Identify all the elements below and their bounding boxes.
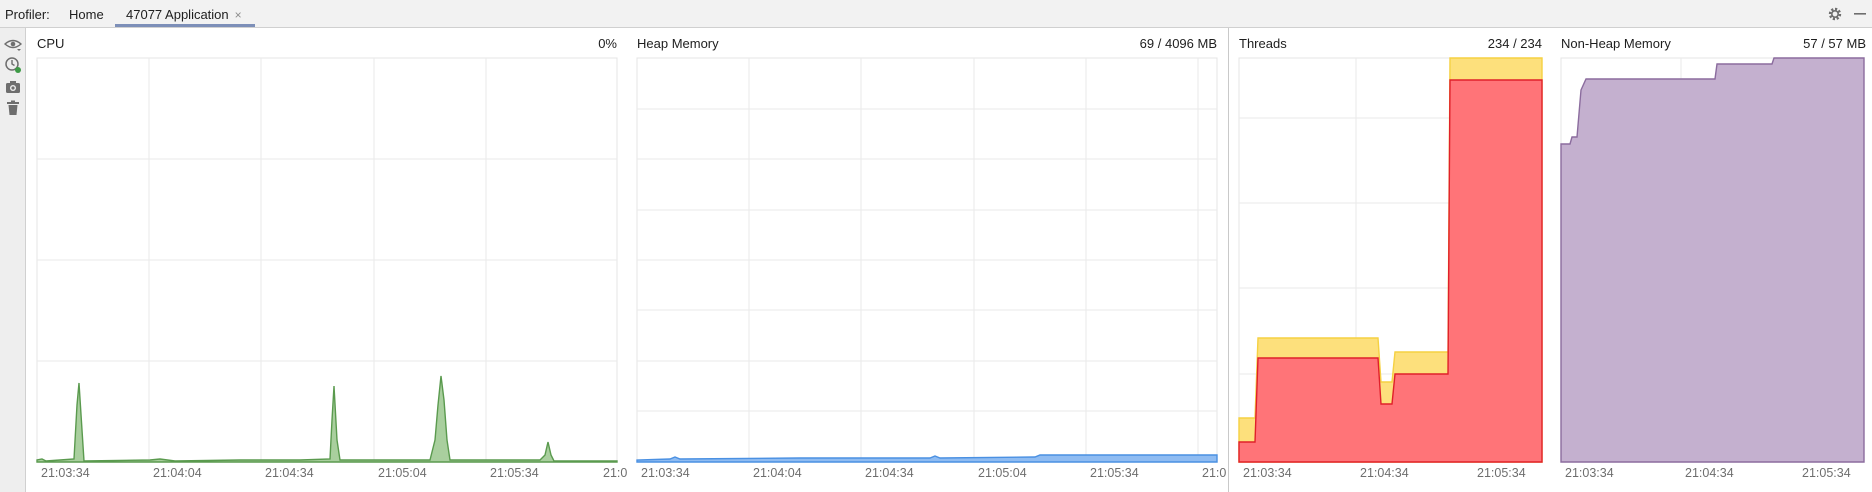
cpu-tick-label: 21:04:04 xyxy=(153,466,202,480)
heap-tick-label: 21:04:34 xyxy=(865,466,914,480)
heap-tick-label: 21:05:34 xyxy=(1090,466,1139,480)
non-heap-tick-label: 21:05:34 xyxy=(1802,466,1851,480)
threads-chart[interactable] xyxy=(1238,57,1543,463)
cpu-tick-label: 21:03:34 xyxy=(41,466,90,480)
heap-memory-chart[interactable] xyxy=(636,57,1218,463)
heap-tick-label: 21:05:04 xyxy=(978,466,1027,480)
heap-tick-label: 21:03:34 xyxy=(641,466,690,480)
threads-tick-label: 21:03:34 xyxy=(1243,466,1292,480)
cpu-tick-label: 21:05:34 xyxy=(490,466,539,480)
heap-tick-label: 21:04:04 xyxy=(753,466,802,480)
heap-tick-label: 21:0 xyxy=(1202,466,1227,480)
non-heap-usage-area xyxy=(1560,57,1865,463)
cpu-tick-label: 21:05:04 xyxy=(378,466,427,480)
non-heap-tick-label: 21:03:34 xyxy=(1565,466,1614,480)
non-heap-memory-chart[interactable] xyxy=(1560,57,1865,463)
cpu-tick-label: 21:0 xyxy=(603,466,628,480)
cpu-chart[interactable] xyxy=(36,57,618,463)
threads-tick-label: 21:04:34 xyxy=(1360,466,1409,480)
profiler-charts xyxy=(36,57,1865,463)
non-heap-tick-label: 21:04:34 xyxy=(1685,466,1734,480)
threads-tick-label: 21:05:34 xyxy=(1477,466,1526,480)
cpu-tick-label: 21:04:34 xyxy=(265,466,314,480)
